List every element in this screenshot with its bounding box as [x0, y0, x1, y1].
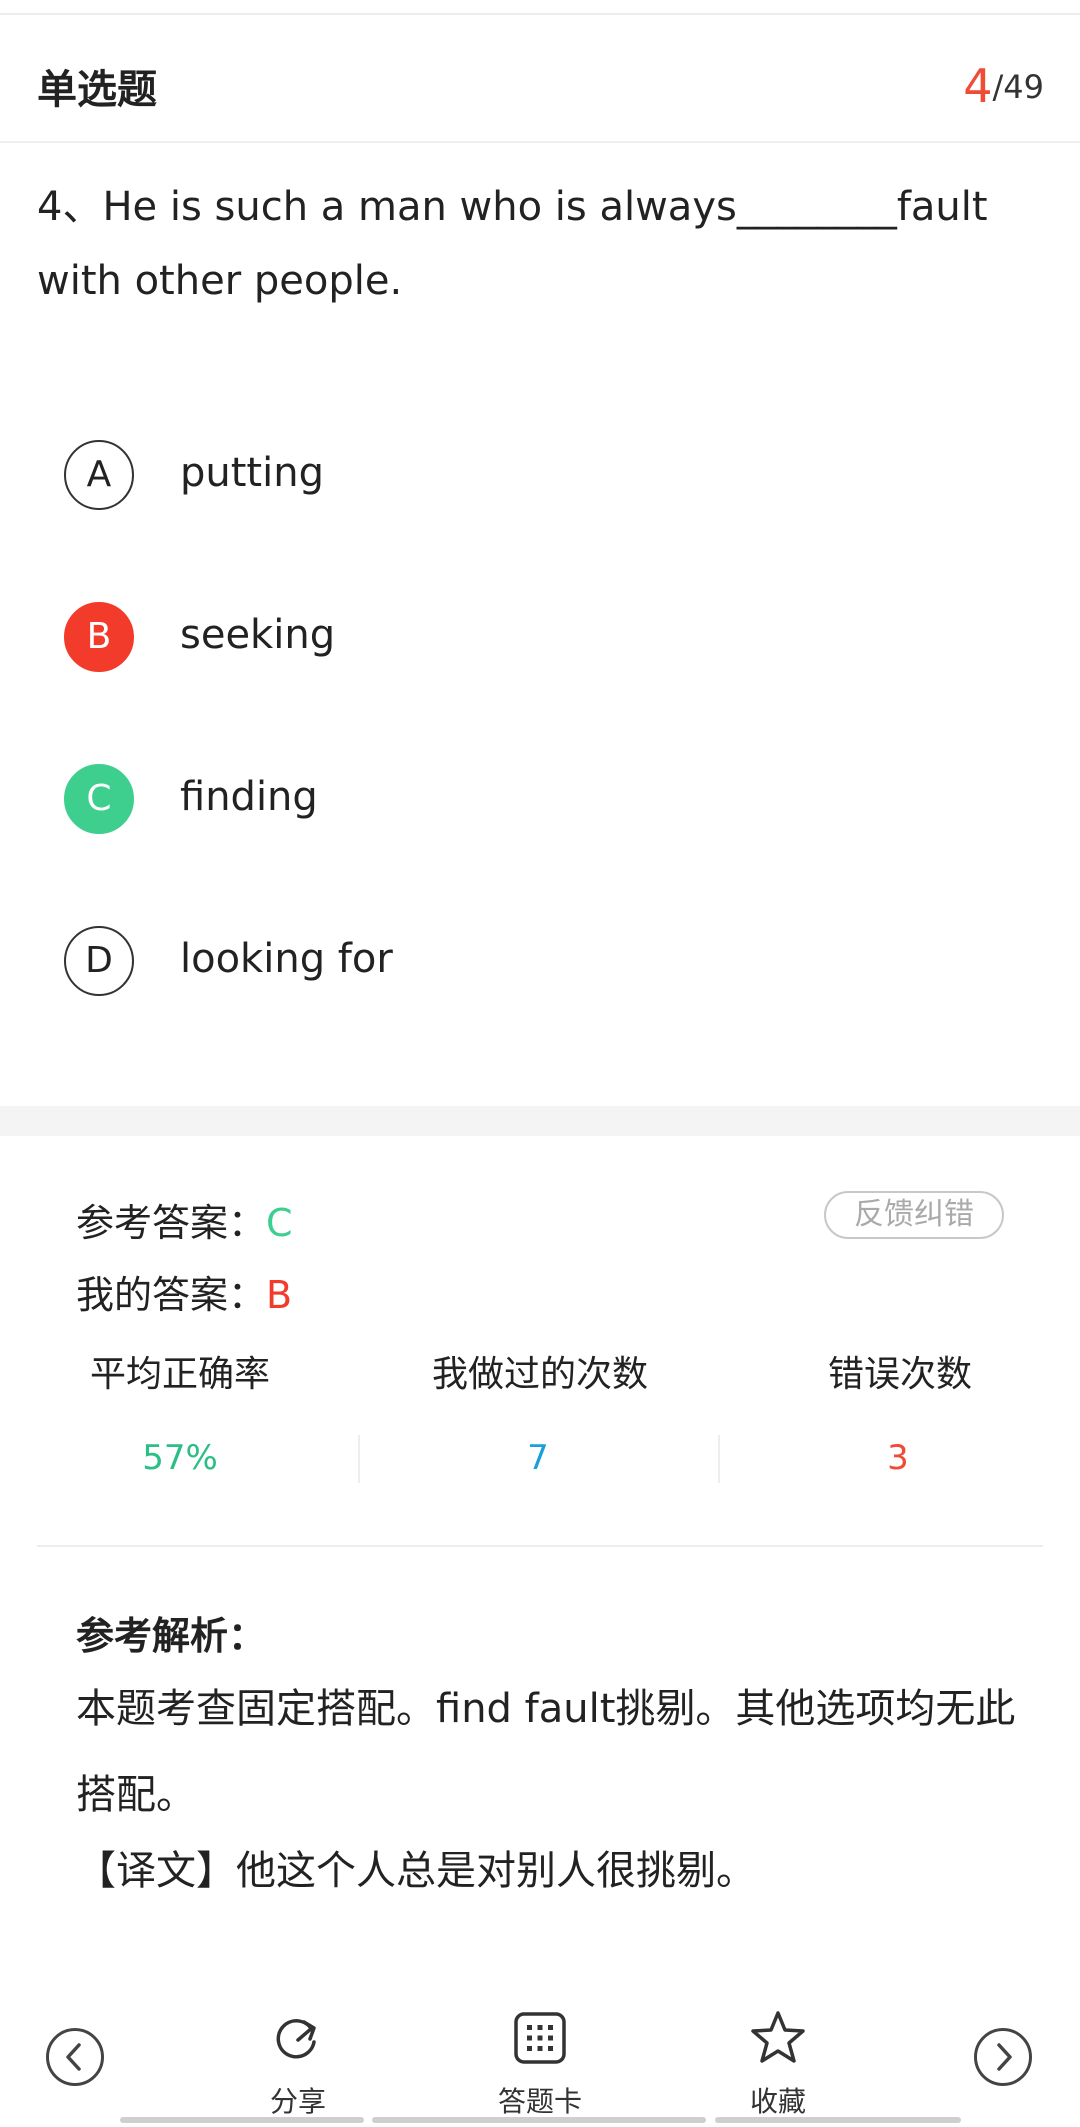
stats-separator: [718, 1435, 720, 1483]
analysis-body: 本题考查固定搭配。find fault挑剔。其他选项均无此搭配。: [76, 1686, 1016, 1818]
page-title: 单选题: [37, 67, 157, 113]
option-c-text: finding: [180, 774, 318, 820]
times-done-value: 7: [527, 1438, 549, 1478]
option-a[interactable]: A putting: [64, 440, 964, 514]
times-done-label: 我做过的次数: [431, 1354, 648, 1395]
chevron-left-icon: [66, 2043, 81, 2071]
reference-answer: 参考答案：C: [76, 1192, 293, 1247]
error-count-value: 3: [887, 1438, 909, 1478]
my-answer-label: 我的答案：: [76, 1273, 267, 1317]
question-counter: 4/49: [963, 59, 1044, 113]
reference-answer-value: C: [266, 1201, 293, 1245]
analysis-title: 参考解析：: [76, 1614, 267, 1658]
bottom-indicator: [372, 2117, 706, 2123]
next-button[interactable]: [974, 2028, 1032, 2086]
option-a-letter: A: [64, 440, 134, 510]
answer-card-icon: [514, 2012, 566, 2064]
share-label: 分享: [269, 2085, 326, 2118]
prev-button[interactable]: [46, 2028, 104, 2086]
answer-card-label: 答题卡: [497, 2085, 582, 2118]
analysis-translation: 【译文】他这个人总是对别人很挑剔。: [76, 1848, 756, 1894]
option-d-text: looking for: [180, 936, 393, 982]
chevron-right-icon: [997, 2043, 1012, 2071]
option-d[interactable]: D looking for: [64, 926, 964, 1000]
avg-accuracy-label: 平均正确率: [89, 1354, 270, 1395]
share-icon: [276, 2019, 316, 2059]
current-question-number: 4: [963, 59, 993, 113]
share-button[interactable]: 分享: [228, 2008, 368, 2120]
section-divider: [0, 1106, 1080, 1136]
feedback-button[interactable]: 反馈纠错: [824, 1191, 1004, 1239]
bottom-indicator: [715, 2117, 961, 2123]
header: 单选题 4/49: [0, 15, 1080, 143]
avg-accuracy-value: 57%: [142, 1438, 218, 1478]
question-text: 4、He is such a man who is always________…: [37, 184, 988, 304]
option-b[interactable]: B seeking: [64, 602, 964, 676]
total-questions: /49: [992, 68, 1045, 106]
favorite-button[interactable]: 收藏: [708, 2008, 848, 2120]
error-count-label: 错误次数: [827, 1354, 972, 1395]
star-icon: [751, 2011, 805, 2063]
reference-answer-label: 参考答案：: [76, 1201, 267, 1245]
option-d-letter: D: [64, 926, 134, 996]
option-a-text: putting: [180, 450, 324, 496]
option-b-text: seeking: [180, 612, 336, 658]
analysis-divider: [37, 1545, 1043, 1547]
my-answer: 我的答案：B: [76, 1264, 292, 1319]
answer-card-button[interactable]: 答题卡: [470, 2008, 610, 2120]
stats-separator: [358, 1435, 360, 1483]
option-c-letter: C: [64, 764, 134, 834]
my-answer-value: B: [266, 1273, 293, 1317]
bottom-indicator: [120, 2117, 364, 2123]
favorite-label: 收藏: [749, 2085, 806, 2118]
option-b-letter: B: [64, 602, 134, 672]
option-c[interactable]: C finding: [64, 764, 964, 838]
